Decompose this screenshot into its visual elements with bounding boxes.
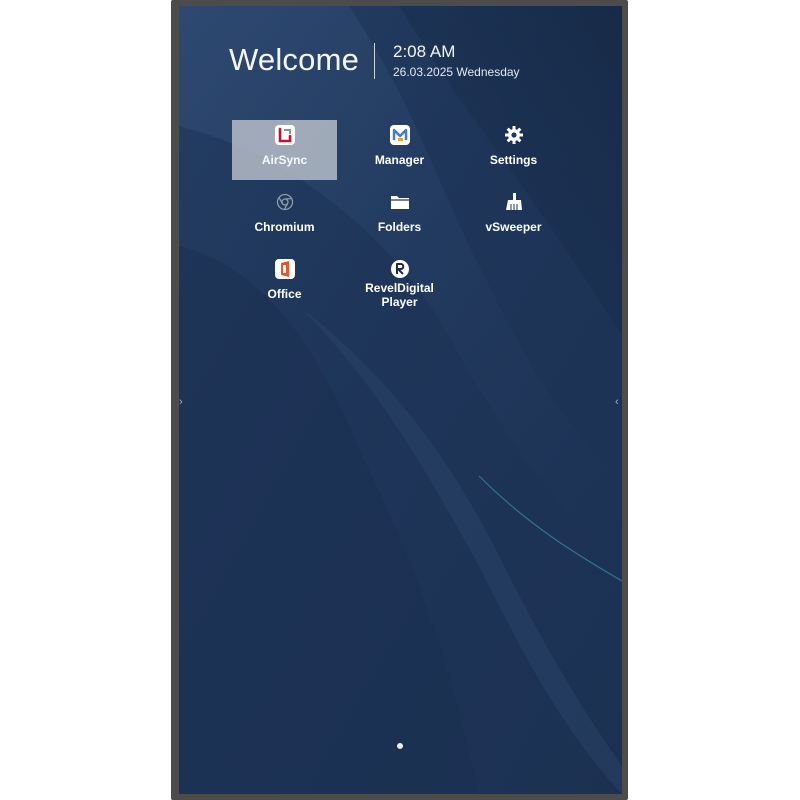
clock-date: 26.03.2025 Wednesday [393,65,520,79]
app-label: Office [267,287,302,301]
app-airsync[interactable]: AirSync [232,120,337,180]
reveldigital-icon [389,258,411,280]
header-divider [374,43,375,79]
chromium-icon [274,191,296,213]
app-vsweeper[interactable]: vSweeper [461,187,566,247]
app-label: Settings [489,153,538,167]
app-label: Chromium [254,220,315,234]
app-office[interactable]: Office [232,254,337,314]
app-label: vSweeper [485,220,542,234]
app-settings[interactable]: Settings [461,120,566,180]
app-label: AirSync [261,153,308,167]
gear-icon [503,124,525,146]
app-label: Manager [374,153,425,167]
office-icon [274,258,296,280]
app-manager[interactable]: Manager [347,120,452,180]
home-screen: Welcome 2:08 AM 26.03.2025 Wednesday Air… [179,6,622,794]
broom-icon [503,191,525,213]
clock-time: 2:08 AM [393,42,456,61]
page-indicator-dot [397,743,403,749]
page-left-handle[interactable]: › [179,396,183,408]
app-label: RevelDigital Player [365,281,434,309]
app-chromium[interactable]: Chromium [232,187,337,247]
folder-icon [389,191,411,213]
manager-icon [389,124,411,146]
app-label: Folders [377,220,422,234]
app-reveldigital-player[interactable]: RevelDigital Player [347,254,452,314]
app-folders[interactable]: Folders [347,187,452,247]
welcome-title: Welcome [229,42,360,77]
airsync-icon [274,124,296,146]
page-right-handle[interactable]: ‹ [615,396,619,408]
